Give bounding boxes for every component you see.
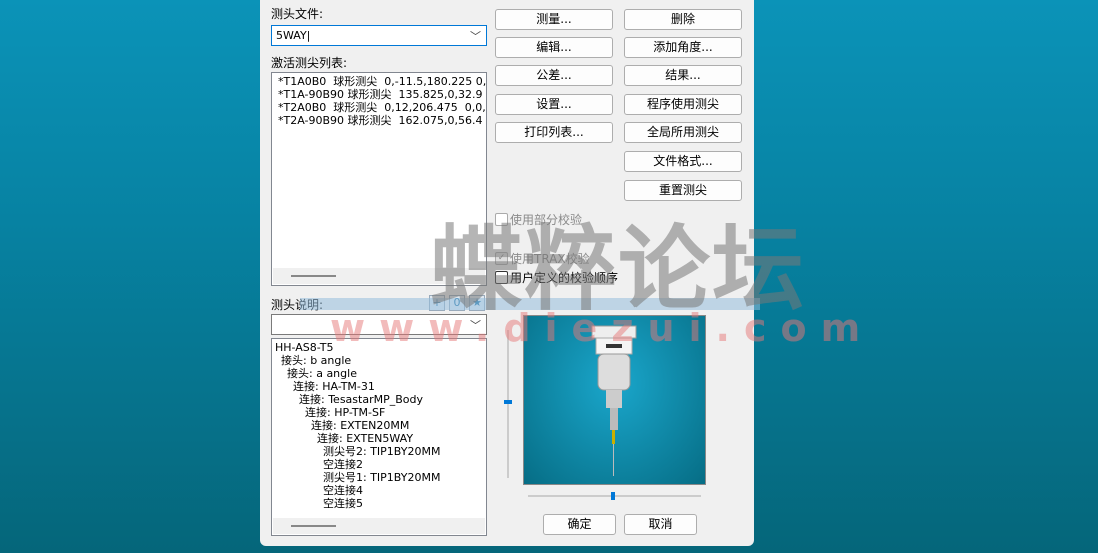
delete-button[interactable]: 删除 — [624, 9, 742, 30]
cart-zero-icon[interactable]: 0 — [449, 295, 465, 311]
tip-list-item[interactable]: *T2A0B0 球形测尖 0,12,206.475 0,0,1 — [278, 101, 486, 114]
horizontal-scrollbar[interactable] — [273, 268, 485, 284]
tree-node[interactable]: 空连接5 — [275, 497, 483, 510]
global-tips-button[interactable]: 全局所用测尖 — [624, 122, 742, 143]
measure-button[interactable]: 测量... — [495, 9, 613, 30]
file-format-button[interactable]: 文件格式... — [624, 151, 742, 172]
tree-node[interactable]: 测尖号1: TIP1BY20MM — [275, 471, 483, 484]
probe-preview — [523, 315, 706, 485]
trax-calibration-checkbox[interactable]: ✓ 使用TRAX校验 — [495, 250, 590, 267]
tip-list-item[interactable]: *T1A0B0 球形测尖 0,-11.5,180.225 0,-1 — [278, 75, 486, 88]
tree-node[interactable]: 接头: a angle — [275, 367, 483, 380]
checkbox-label: 使用部分校验 — [510, 213, 583, 227]
add-angle-button[interactable]: 添加角度... — [624, 37, 742, 58]
vertical-slider[interactable] — [504, 330, 512, 478]
chevron-down-icon: ﹀ — [470, 319, 481, 332]
cancel-button[interactable]: 取消 — [624, 514, 697, 535]
results-button[interactable]: 结果... — [624, 65, 742, 86]
edit-button[interactable]: 编辑... — [495, 37, 613, 58]
print-list-button[interactable]: 打印列表... — [495, 122, 613, 143]
tree-node[interactable]: 连接: HA-TM-31 — [275, 380, 483, 393]
tree-node[interactable]: 连接: EXTEN5WAY — [275, 432, 483, 445]
probe-file-combo[interactable]: 5WAY| ﹀ — [271, 25, 487, 46]
horizontal-scrollbar[interactable] — [273, 518, 485, 534]
tree-node[interactable]: 连接: HP-TM-SF — [275, 406, 483, 419]
ok-button[interactable]: 确定 — [543, 514, 616, 535]
tree-node[interactable]: 连接: EXTEN20MM — [275, 419, 483, 432]
tolerance-button[interactable]: 公差... — [495, 65, 613, 86]
probe-file-value: 5WAY — [276, 29, 307, 42]
horizontal-slider[interactable] — [528, 492, 701, 500]
program-tips-button[interactable]: 程序使用测尖 — [624, 94, 742, 115]
tree-node[interactable]: 空连接2 — [275, 458, 483, 471]
active-tips-label: 激活测尖列表: — [271, 56, 348, 70]
probe-component-tree[interactable]: HH-AS8-T5 接头: b angle 接头: a angle 连接: HA-TM… — [271, 338, 487, 536]
tree-node[interactable]: 测尖号2: TIP1BY20MM — [275, 445, 483, 458]
tree-node[interactable]: 接头: b angle — [275, 354, 483, 367]
checkmark-icon: ✓ — [495, 252, 508, 265]
partial-calibration-checkbox[interactable]: 使用部分校验 — [495, 211, 582, 228]
star-icon[interactable]: ★ — [469, 295, 485, 311]
checkbox-box — [495, 271, 508, 284]
probe-file-label: 测头文件: — [271, 7, 324, 21]
tip-list-item[interactable]: *T1A-90B90 球形测尖 135.825,0,32.9 0,0 — [278, 88, 486, 101]
tree-node[interactable]: HH-AS8-T5 — [275, 341, 483, 354]
checkbox-box — [495, 213, 508, 226]
probe-desc-combo[interactable]: ﹀ — [271, 314, 487, 335]
setup-button[interactable]: 设置... — [495, 94, 613, 115]
tree-node[interactable]: 空连接4 — [275, 484, 483, 497]
tip-list-item[interactable]: *T2A-90B90 球形测尖 162.075,0,56.4 1,0 — [278, 114, 486, 127]
reset-tips-button[interactable]: 重置测尖 — [624, 180, 742, 201]
user-defined-order-checkbox[interactable]: 用户定义的校验顺序 — [495, 269, 618, 286]
active-tips-list[interactable]: *T1A0B0 球形测尖 0,-11.5,180.225 0,-1 *T1A-90… — [271, 72, 487, 286]
chevron-down-icon: ﹀ — [470, 30, 481, 43]
checkbox-label: 使用TRAX校验 — [510, 252, 590, 266]
tree-node[interactable]: 连接: TesastarMP_Body — [275, 393, 483, 406]
checkbox-label: 用户定义的校验顺序 — [510, 271, 619, 285]
probe-illustration — [591, 325, 637, 476]
add-to-cart-icon[interactable]: + — [429, 295, 445, 311]
probe-utilities-dialog: 测头文件: 5WAY| ﹀ 激活测尖列表: *T1A0B0 球形测尖 0,-11.… — [260, 0, 754, 546]
probe-desc-label: 测头说明: — [271, 298, 324, 312]
